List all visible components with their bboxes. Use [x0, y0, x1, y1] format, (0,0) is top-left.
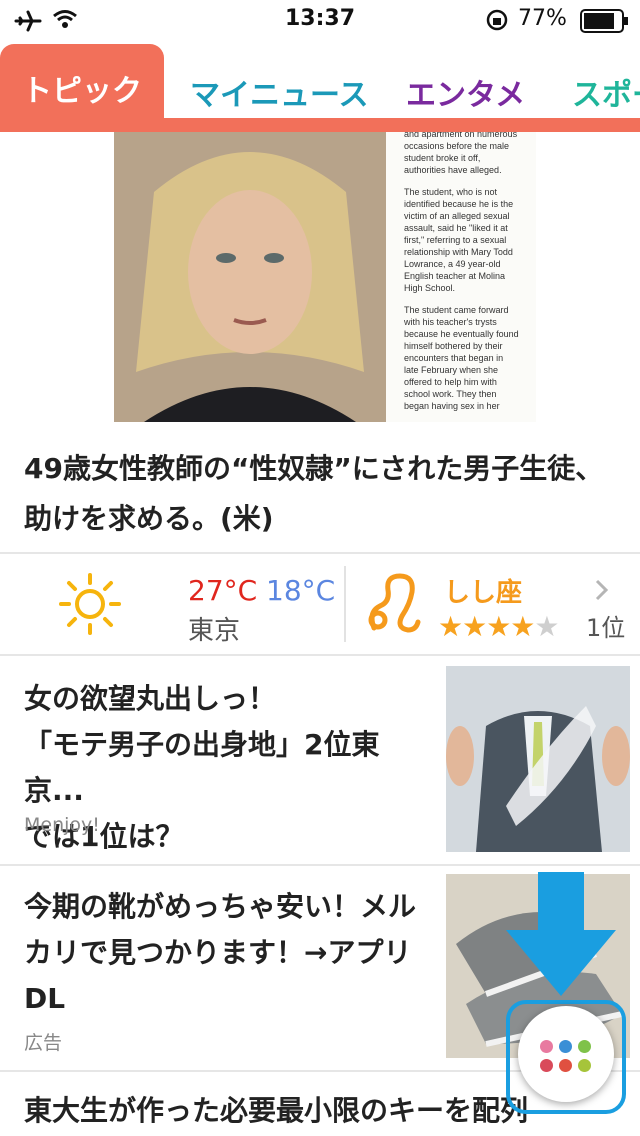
divider [0, 654, 640, 656]
leo-icon [368, 573, 421, 633]
hero-photo [114, 132, 386, 422]
horoscope-sign: しし座 [444, 578, 523, 608]
doc-paragraph: and apartment on numerous occasions befo… [404, 132, 518, 175]
title-line: カリで見つかります！→アプリ [24, 936, 412, 969]
title-line: 「モテ男子の出身地」2位東京... [24, 728, 380, 807]
menu-fab-button[interactable] [518, 1006, 614, 1102]
hero-article-title[interactable]: 49歳女性教師の“性奴隷”にされた男子生徒、助けを求める。(米) [24, 444, 614, 544]
battery-percent: 77% [518, 6, 567, 31]
title-line: DL [24, 982, 66, 1015]
weather-city: 東京 [188, 616, 241, 646]
sun-icon [59, 573, 121, 635]
title-line: 女の欲望丸出しっ！ [24, 682, 277, 715]
article-thumbnail [446, 666, 630, 852]
status-bar: 13:37 77% [0, 0, 640, 40]
ad-label: 広告 [24, 1032, 63, 1054]
divider [0, 552, 640, 554]
tab-topic[interactable]: トピック [0, 44, 164, 132]
horoscope-rating-stars: ★★★★★ [438, 610, 560, 643]
tab-sports[interactable]: スポー [572, 70, 640, 114]
title-line: 今期の靴がめっちゃ安い！メル [24, 890, 417, 923]
chevron-right-icon[interactable] [594, 578, 610, 602]
doc-paragraph: The student came forward with his teache… [404, 305, 519, 411]
tab-my-news[interactable]: マイニュース [190, 70, 369, 114]
widget-divider [344, 566, 346, 642]
battery-icon [580, 9, 628, 33]
tab-entame[interactable]: エンタメ [406, 70, 525, 114]
temp-low: 18°C [266, 574, 336, 607]
horoscope-rank: 1位 [586, 614, 626, 642]
divider [0, 864, 640, 866]
article-source: Menjoy! [24, 814, 100, 836]
temp-high: 27°C [188, 574, 258, 607]
orientation-lock-icon [486, 9, 508, 31]
arrow-down-icon [506, 872, 616, 996]
doc-paragraph: The student, who is not identified becau… [404, 187, 514, 293]
hero-document-snippet: and apartment on numerous occasions befo… [386, 132, 536, 422]
article-title: 今期の靴がめっちゃ安い！メル カリで見つかります！→アプリ DL [24, 884, 434, 1022]
